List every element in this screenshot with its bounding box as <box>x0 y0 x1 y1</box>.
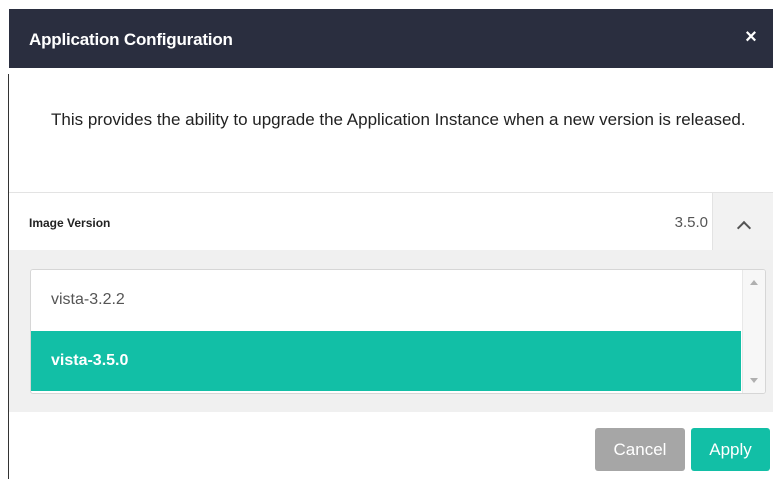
image-version-value: 3.5.0 <box>674 214 708 231</box>
dialog-description: This provides the ability to upgrade the… <box>51 110 746 129</box>
dialog-footer: Cancel Apply <box>9 412 773 479</box>
image-version-label: Image Version <box>29 216 111 230</box>
apply-button[interactable]: Apply <box>691 428 770 471</box>
chevron-up-icon <box>736 220 752 236</box>
image-version-row[interactable]: Image Version 3.5.0 <box>9 192 773 251</box>
version-option-vista-3-5-0[interactable]: vista-3.5.0 <box>31 331 741 391</box>
cancel-button[interactable]: Cancel <box>595 428 685 471</box>
scroll-up-arrow-icon[interactable] <box>750 280 758 285</box>
dialog-title: Application Configuration <box>29 30 233 49</box>
version-option-vista-3-2-2[interactable]: vista-3.2.2 <box>31 270 741 330</box>
version-options-panel: vista-3.2.2 vista-3.5.0 <box>9 250 773 412</box>
scroll-down-arrow-icon[interactable] <box>750 378 758 383</box>
dialog-header: Application Configuration × <box>9 9 773 68</box>
application-configuration-dialog: Application Configuration × This provide… <box>9 9 773 479</box>
listbox-scrollbar[interactable] <box>742 270 765 393</box>
image-version-toggle-button[interactable] <box>712 193 773 250</box>
version-listbox[interactable]: vista-3.2.2 vista-3.5.0 <box>30 269 766 394</box>
close-icon[interactable]: × <box>739 24 763 50</box>
